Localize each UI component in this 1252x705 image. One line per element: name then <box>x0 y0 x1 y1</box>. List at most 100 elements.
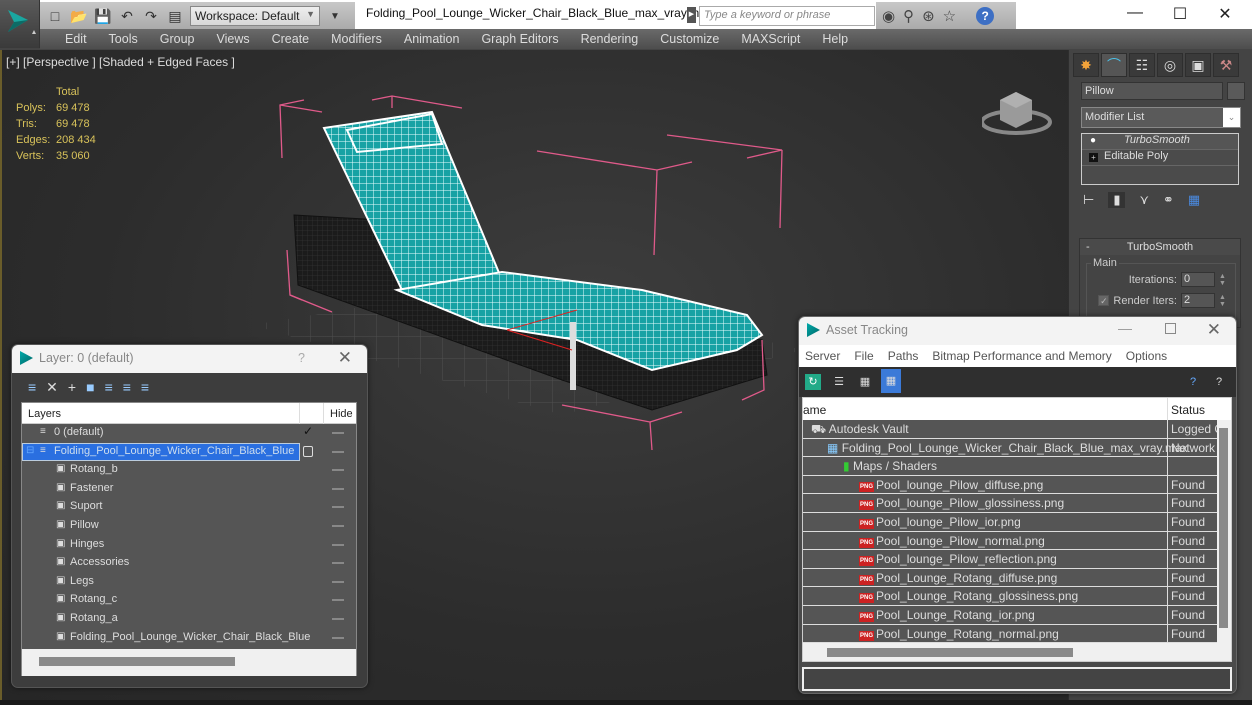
hide-toggle[interactable] <box>332 487 344 490</box>
menu-maxscript[interactable]: MAXScript <box>730 32 811 46</box>
hide-toggle[interactable] <box>332 562 344 565</box>
modifier-list-dropdown[interactable]: Modifier List ⌄ <box>1081 107 1241 128</box>
maximize-button[interactable] <box>1165 323 1176 334</box>
asset-row[interactable]: PNG Pool_Lounge_Rotang_diffuse.png Found <box>803 568 1217 588</box>
object-color-swatch[interactable] <box>1227 82 1245 100</box>
asset-row[interactable]: PNG Pool_lounge_Pilow_ior.png Found <box>803 512 1217 532</box>
undo-icon[interactable]: ↶ <box>118 7 136 25</box>
help-icon[interactable]: ? <box>1185 374 1201 390</box>
table-view-icon[interactable]: ▦ <box>881 369 901 393</box>
hierarchy-tab[interactable]: ☷ <box>1129 53 1155 77</box>
menu-modifiers[interactable]: Modifiers <box>320 32 393 46</box>
horizontal-scrollbar[interactable] <box>827 648 1073 657</box>
help-button[interactable]: ? <box>298 351 305 365</box>
vertical-scrollbar[interactable] <box>1219 428 1228 628</box>
minimize-button[interactable]: — <box>1120 4 1150 22</box>
menu-file[interactable]: File <box>854 349 873 363</box>
render-iters-input[interactable]: 2 <box>1181 293 1215 308</box>
asset-row[interactable]: PNG Pool_Lounge_Rotang_ior.png Found <box>803 605 1217 625</box>
help-icon[interactable]: ? <box>976 7 995 25</box>
render-iters-checkbox[interactable]: ✓ <box>1098 295 1110 306</box>
asset-row[interactable]: PNG Pool_lounge_Pilow_glossiness.png Found <box>803 494 1217 513</box>
project-folder-icon[interactable]: ▤ <box>166 7 184 25</box>
pin-stack-icon[interactable]: ⊢ <box>1083 192 1094 208</box>
make-unique-icon[interactable]: ⋎ <box>1139 192 1149 208</box>
object-row[interactable]: ▣ Fastener <box>22 480 356 499</box>
hide-toggle[interactable] <box>332 543 344 546</box>
hide-toggle[interactable] <box>332 524 344 527</box>
horizontal-scrollbar[interactable] <box>22 649 356 676</box>
hide-toggle[interactable] <box>332 506 344 509</box>
asset-row[interactable]: PNG Pool_lounge_Pilow_normal.png Found <box>803 531 1217 551</box>
object-row[interactable]: ▣ Rotang_b <box>22 461 356 480</box>
menu-graph-editors[interactable]: Graph Editors <box>470 32 569 46</box>
menu-customize[interactable]: Customize <box>649 32 730 46</box>
asset-row[interactable]: PNG Pool_lounge_Pilow_reflection.png Found <box>803 550 1217 569</box>
iterations-spinner[interactable]: ▲ ▼ <box>1219 273 1227 287</box>
show-end-result-icon[interactable]: ▮ <box>1108 192 1126 208</box>
context-help-icon[interactable]: ? <box>1211 374 1227 390</box>
create-tab[interactable]: ✸ <box>1073 53 1099 77</box>
menu-views[interactable]: Views <box>205 32 260 46</box>
search-input[interactable]: Type a keyword or phrase <box>699 6 875 26</box>
hide-layers-icon[interactable]: ≡ <box>123 379 131 395</box>
asset-row[interactable]: PNG Pool_lounge_Pilow_diffuse.png Found <box>803 475 1217 495</box>
collapse-icon[interactable]: ⊟ <box>26 445 34 456</box>
menu-group[interactable]: Group <box>149 32 206 46</box>
object-row[interactable]: ▣ Rotang_c <box>22 591 356 610</box>
menu-help[interactable]: Help <box>811 32 859 46</box>
column-hide[interactable]: Hide <box>330 408 353 420</box>
hide-toggle[interactable] <box>332 599 344 602</box>
minimize-button[interactable]: — <box>1118 320 1132 336</box>
hide-toggle[interactable] <box>332 617 344 620</box>
asset-row[interactable]: ▦ Folding_Pool_Lounge_Wicker_Chair_Black… <box>803 438 1217 458</box>
display-tab[interactable]: ▣ <box>1185 53 1211 77</box>
hide-toggle[interactable] <box>332 450 344 453</box>
maximize-button[interactable]: ☐ <box>1165 4 1195 24</box>
rollout-header[interactable]: - TurboSmooth <box>1080 239 1240 255</box>
select-objects-icon[interactable]: ■ <box>86 379 94 395</box>
asset-row[interactable]: ⛟ Autodesk VaultLogged O <box>803 420 1217 439</box>
star-icon[interactable]: ☆ <box>943 7 956 25</box>
object-row[interactable]: ▣ Hinges <box>22 536 356 555</box>
menu-tools[interactable]: Tools <box>98 32 149 46</box>
object-row[interactable]: ▣ Folding_Pool_Lounge_Wicker_Chair_Black_… <box>22 629 356 648</box>
column-status[interactable]: Status <box>1171 403 1205 417</box>
remove-modifier-icon[interactable]: ⚭ <box>1163 192 1174 208</box>
object-name-field[interactable]: Pillow <box>1081 82 1223 100</box>
lightbulb-icon[interactable]: ● <box>1090 135 1096 146</box>
object-row[interactable]: ▣ Pillow <box>22 517 356 536</box>
expand-icon[interactable]: + <box>1089 153 1098 162</box>
redo-icon[interactable]: ↷ <box>142 7 160 25</box>
asset-row[interactable]: PNG Pool_Lounge_Rotang_normal.png Found <box>803 624 1217 644</box>
select-layer-icon[interactable]: ≡ <box>105 379 113 395</box>
column-layers[interactable]: Layers <box>28 408 61 420</box>
close-button[interactable]: ✕ <box>1210 4 1240 24</box>
layer-row[interactable]: ≡ 0 (default) ✓ <box>22 424 356 443</box>
iterations-input[interactable]: 0 <box>1181 272 1215 287</box>
asset-row[interactable]: PNG Pool_Lounge_Rotang_glossiness.png Foun… <box>803 587 1217 606</box>
add-to-layer-icon[interactable]: + <box>68 379 76 395</box>
close-button[interactable]: ✕ <box>338 348 352 368</box>
key-icon[interactable]: ⚲ <box>903 7 914 25</box>
menu-animation[interactable]: Animation <box>393 32 471 46</box>
stack-item-editable-poly[interactable]: + Editable Poly <box>1082 150 1238 166</box>
menu-edit[interactable]: Edit <box>54 32 98 46</box>
menu-options[interactable]: Options <box>1126 349 1167 363</box>
configure-sets-icon[interactable]: ▦ <box>1188 192 1200 208</box>
utilities-tab[interactable]: ⚒ <box>1213 53 1239 77</box>
freeze-layers-icon[interactable]: ≡ <box>141 379 149 395</box>
asset-path-field[interactable] <box>802 667 1232 691</box>
object-row[interactable]: ▣ Accessories <box>22 554 356 573</box>
thumbnail-view-icon[interactable]: ▦ <box>857 374 873 390</box>
close-button[interactable]: ✕ <box>1207 320 1221 340</box>
asset-row[interactable]: ▮ Maps / Shaders <box>803 457 1217 476</box>
app-menu-button[interactable] <box>0 0 40 48</box>
current-layer-toggle[interactable] <box>303 445 313 457</box>
list-view-icon[interactable]: ☰ <box>831 374 847 390</box>
object-row[interactable]: ▣ Rotang_a <box>22 610 356 629</box>
hide-toggle[interactable] <box>332 432 344 434</box>
hide-toggle[interactable] <box>332 636 344 639</box>
motion-tab[interactable]: ◎ <box>1157 53 1183 77</box>
hide-toggle[interactable] <box>332 469 344 472</box>
